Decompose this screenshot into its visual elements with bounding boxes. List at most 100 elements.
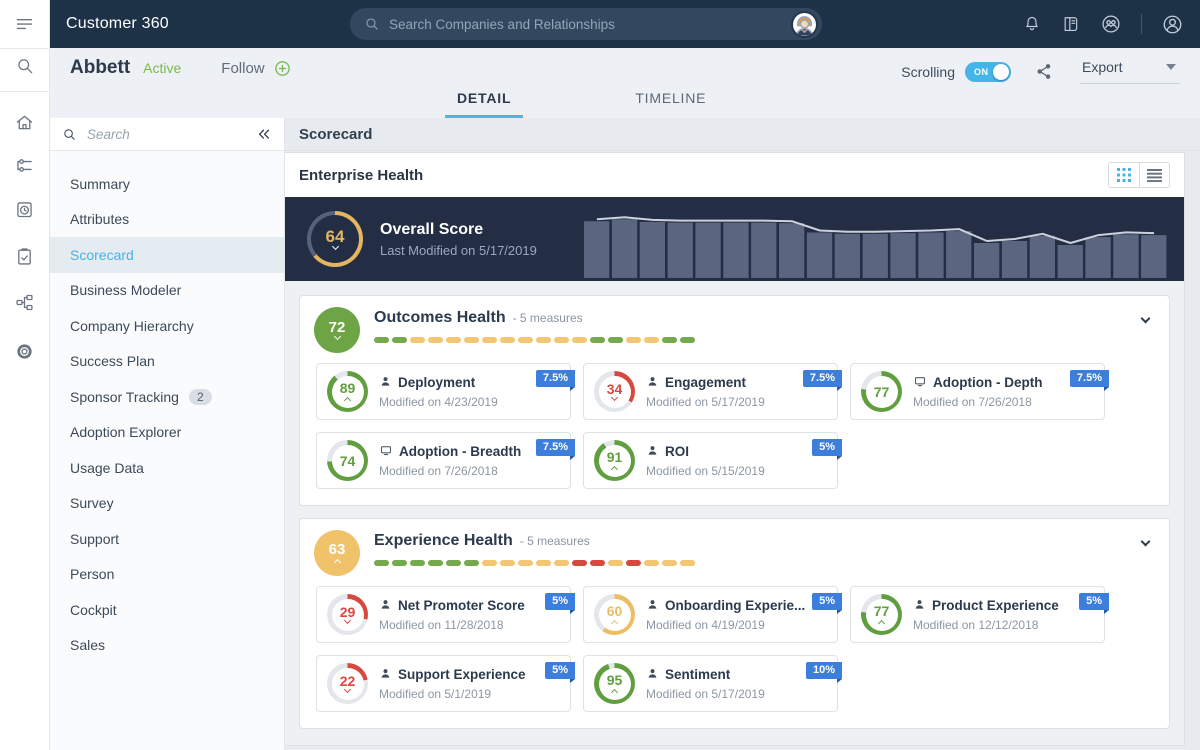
- section-header[interactable]: 72 Outcomes Health - 5 measures: [300, 296, 1169, 357]
- overall-score-ring[interactable]: 64: [307, 211, 363, 267]
- global-search-input[interactable]: Search Companies and Relationships: [350, 8, 822, 40]
- left-icon-rail: [0, 0, 50, 750]
- measure-score-donut: 22: [327, 663, 368, 704]
- section-header[interactable]: 63 Experience Health - 5 measures: [300, 519, 1169, 580]
- search-icon[interactable]: [0, 56, 49, 76]
- hamburger-icon[interactable]: [0, 14, 49, 35]
- tasks-icon[interactable]: [0, 246, 49, 267]
- sidebar-item-label: Adoption Explorer: [70, 424, 182, 441]
- measure-score: 74: [327, 440, 368, 481]
- collapse-sidebar-button[interactable]: [255, 126, 272, 143]
- scrolling-toggle[interactable]: ON: [965, 61, 1011, 82]
- sidebar-item-person[interactable]: Person: [50, 557, 284, 593]
- collapse-section-icon[interactable]: [1140, 313, 1151, 324]
- sidebar-item-sales[interactable]: Sales: [50, 628, 284, 664]
- count-badge: 2: [188, 388, 212, 405]
- collapse-section-icon[interactable]: [1140, 536, 1151, 547]
- sidebar-item-adoption-explorer[interactable]: Adoption Explorer: [50, 415, 284, 451]
- measure-card-adoption-breadth[interactable]: 74 Adoption - Breadth Modified on 7/26/201…: [316, 432, 576, 489]
- home-icon[interactable]: [0, 112, 49, 133]
- measure-card-product-experience[interactable]: 77 Product Experience Modified on 12/12/20…: [850, 586, 1109, 643]
- measure-card-onboarding-experie-[interactable]: 60 Onboarding Experie... Modified on 4/19/…: [583, 586, 842, 643]
- sidebar-item-business-modeler[interactable]: Business Modeler: [50, 273, 284, 309]
- sidebar-item-usage-data[interactable]: Usage Data: [50, 450, 284, 486]
- sidebar-item-support[interactable]: Support: [50, 521, 284, 557]
- measure-title-row: Adoption - Depth: [913, 375, 1042, 391]
- export-dropdown[interactable]: Export: [1080, 59, 1180, 84]
- avatar-icon[interactable]: [1161, 13, 1184, 36]
- divider: [1141, 14, 1142, 34]
- section-title: Experience Health: [374, 532, 513, 549]
- measure-card-deployment[interactable]: 89 Deployment Modified on 4/23/2019 7.5%: [316, 363, 576, 420]
- score-history-dashes: [374, 560, 695, 566]
- history-dash-green: [446, 560, 461, 566]
- bell-icon[interactable]: [1022, 14, 1042, 34]
- view-switcher: [1108, 162, 1170, 188]
- measure-card-engagement[interactable]: 34 Engagement Modified on 5/17/2019 7.5%: [583, 363, 843, 420]
- section-outcomes-health: 72 Outcomes Health - 5 measures 89 Deploymen…: [299, 295, 1170, 506]
- sidebar-item-attributes[interactable]: Attributes: [50, 202, 284, 238]
- sidebar-item-summary[interactable]: Summary: [50, 166, 284, 202]
- measure-title: ROI: [665, 444, 690, 459]
- measure-score-value: 91: [606, 448, 623, 465]
- measure-modified-date: Modified on 11/28/2018: [379, 617, 504, 632]
- grid-view-button[interactable]: [1108, 162, 1139, 188]
- measure-card-support-experience[interactable]: 22 Support Experience Modified on 5/1/2019…: [316, 655, 575, 712]
- history-dash-yellow: [554, 560, 569, 566]
- sidebar-item-success-plan[interactable]: Success Plan: [50, 344, 284, 380]
- weight-badge: 5%: [545, 593, 575, 614]
- sidebar-item-scorecard[interactable]: Scorecard: [50, 237, 284, 273]
- relationships-icon[interactable]: [0, 155, 49, 176]
- section-score-circle: 63: [314, 530, 360, 576]
- history-dash-yellow: [518, 560, 533, 566]
- history-dash-yellow: [536, 560, 551, 566]
- status-badge: Active: [143, 60, 182, 76]
- history-dash-green: [608, 337, 623, 343]
- sidebar-item-label: Company Hierarchy: [70, 317, 194, 334]
- sidebar-item-survey[interactable]: Survey: [50, 486, 284, 522]
- section-score-circle: 72: [314, 307, 360, 353]
- follow-button[interactable]: Follow: [221, 59, 291, 78]
- measure-score-value: 74: [339, 452, 356, 469]
- tab-timeline[interactable]: TIMELINE: [623, 90, 718, 118]
- measure-title-row: ROI: [646, 444, 765, 460]
- sidebar-item-sponsor-tracking[interactable]: Sponsor Tracking 2: [50, 379, 284, 415]
- settings-icon[interactable]: [0, 341, 49, 362]
- sidebar-item-label: Summary: [70, 175, 130, 192]
- timer-icon[interactable]: [0, 199, 49, 220]
- measure-title: Engagement: [665, 375, 747, 390]
- measure-card-adoption-depth[interactable]: 77 Adoption - Depth Modified on 7/26/2018 7…: [850, 363, 1110, 420]
- history-dash-yellow: [608, 560, 623, 566]
- score-history-chart[interactable]: [583, 210, 1168, 278]
- hierarchy-icon[interactable]: [0, 292, 49, 313]
- measure-title: Onboarding Experie...: [665, 598, 806, 613]
- measure-card-roi[interactable]: 91 ROI Modified on 5/15/2019 5%: [583, 432, 842, 489]
- measure-card-sentiment[interactable]: 95 Sentiment Modified on 5/17/2019 10%: [583, 655, 843, 712]
- search-avatar[interactable]: [791, 10, 818, 38]
- history-dash-yellow: [500, 560, 515, 566]
- weight-badge: 5%: [545, 662, 575, 683]
- section-title-block: Experience Health - 5 measures: [374, 530, 695, 576]
- user-icon: [913, 598, 926, 614]
- section-title-row: Experience Health - 5 measures: [374, 532, 695, 550]
- measure-title-row: Sentiment: [646, 667, 765, 683]
- app-title: Customer 360: [66, 15, 169, 32]
- list-view-button[interactable]: [1139, 162, 1170, 188]
- tab-detail[interactable]: DETAIL: [445, 90, 524, 118]
- measure-info: Product Experience Modified on 12/12/2018: [913, 598, 1059, 632]
- history-dash-yellow: [518, 337, 533, 343]
- measure-title-row: Support Experience: [379, 667, 526, 683]
- sidebar-item-company-hierarchy[interactable]: Company Hierarchy: [50, 308, 284, 344]
- book-icon[interactable]: [1061, 14, 1081, 34]
- history-dash-green: [410, 560, 425, 566]
- measure-score-donut: 74: [327, 440, 368, 481]
- sidebar-item-cockpit[interactable]: Cockpit: [50, 592, 284, 628]
- community-icon[interactable]: [1100, 13, 1122, 35]
- weight-badge: 7.5%: [535, 439, 576, 460]
- sidebar-search[interactable]: Search: [50, 118, 284, 151]
- measure-card-net-promoter-score[interactable]: 29 Net Promoter Score Modified on 11/28/20…: [316, 586, 575, 643]
- share-button[interactable]: [1035, 62, 1054, 81]
- sidebar-item-label: Person: [70, 566, 115, 583]
- trend-up-icon: [610, 465, 619, 473]
- app-root: Customer 360 Search Companies and Relati…: [0, 0, 1200, 750]
